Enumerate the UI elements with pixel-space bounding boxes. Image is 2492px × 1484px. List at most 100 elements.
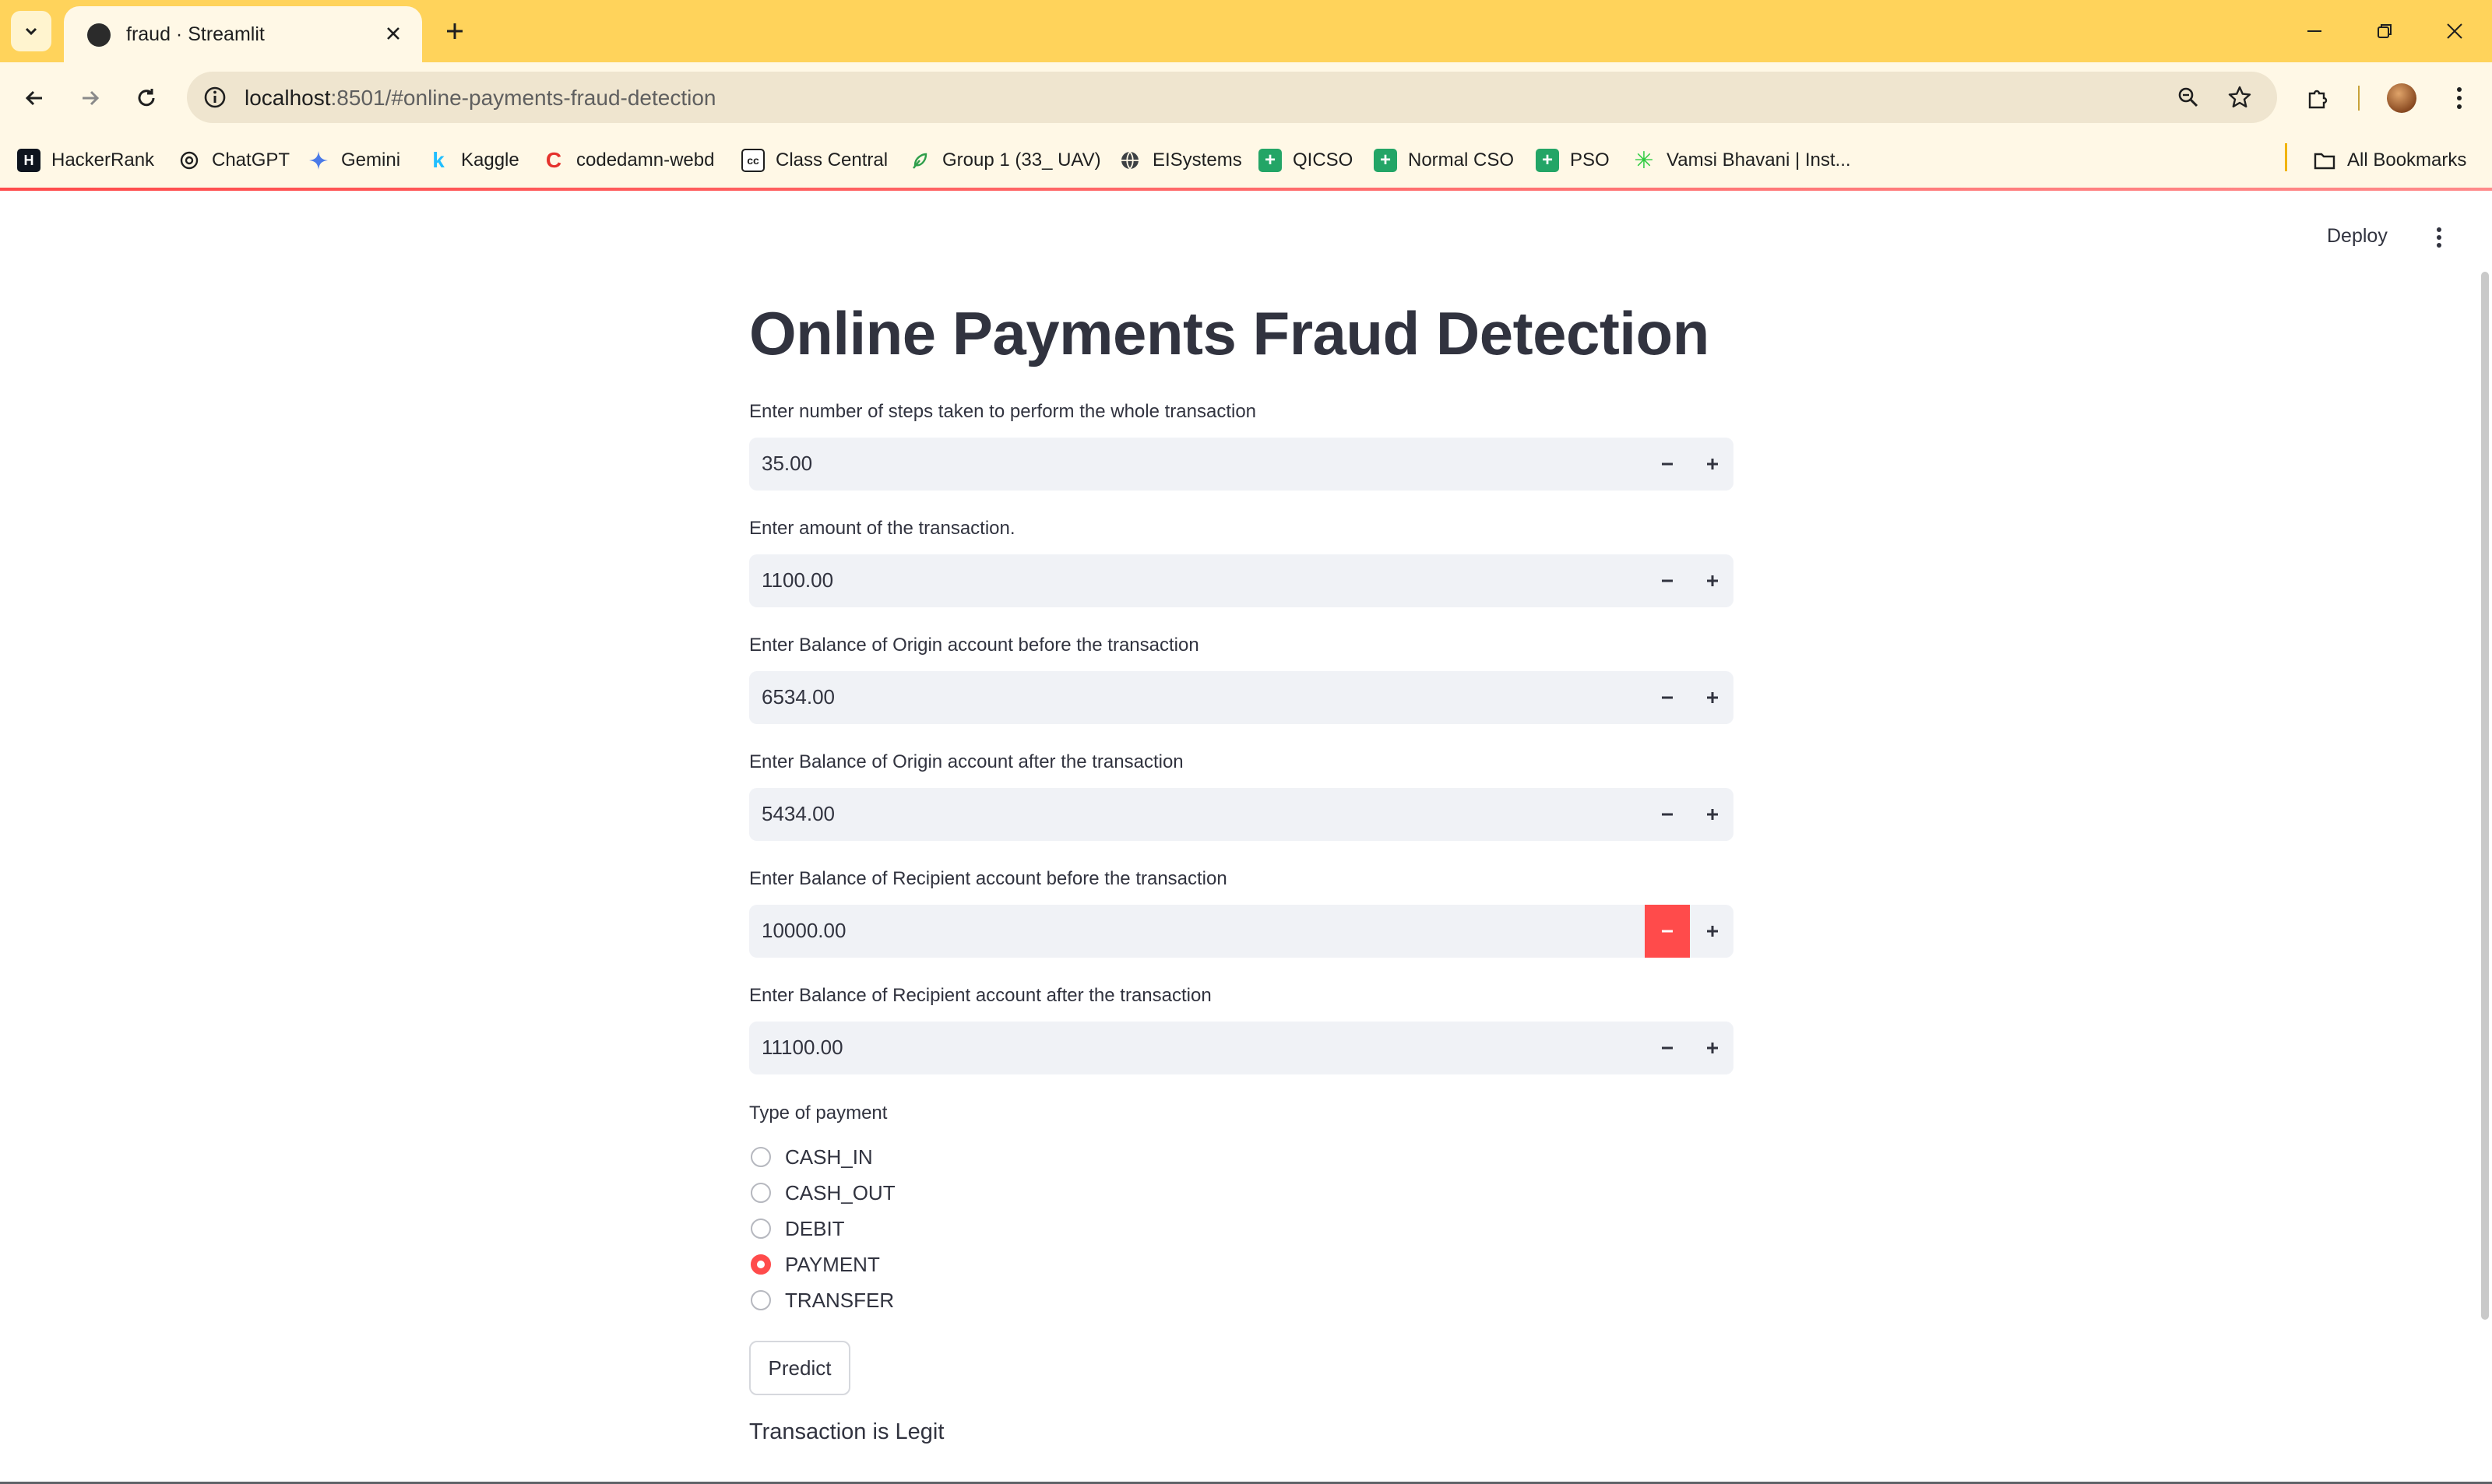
- radio-option-cash-in[interactable]: CASH_IN: [749, 1141, 873, 1173]
- bookmark-codedamn[interactable]: C codedamn-webd: [542, 145, 715, 176]
- bookmark-vamsi-bhavani[interactable]: ✳ Vamsi Bhavani | Inst...: [1632, 145, 1850, 176]
- recipient-after-increment-button[interactable]: [1690, 1022, 1733, 1074]
- radio-label: CASH_IN: [785, 1145, 873, 1169]
- origin-after-decrement-button[interactable]: [1645, 788, 1690, 841]
- globe-icon: [1118, 149, 1142, 172]
- bookmark-label: PSO: [1570, 149, 1610, 171]
- origin-before-increment-button[interactable]: [1690, 671, 1733, 724]
- payment-type-label: Type of payment: [749, 1102, 888, 1124]
- recipient-before-label: Enter Balance of Recipient account befor…: [749, 868, 1227, 889]
- radio-option-payment[interactable]: PAYMENT: [749, 1249, 880, 1280]
- plus-icon: [1707, 692, 1718, 703]
- radio-button-selected[interactable]: [751, 1254, 771, 1275]
- radio-button[interactable]: [751, 1183, 771, 1203]
- info-icon: [204, 86, 226, 108]
- bookmark-label: codedamn-webd: [576, 149, 715, 171]
- new-tab-button[interactable]: [438, 14, 472, 48]
- origin-before-value[interactable]: 6534.00: [762, 685, 835, 709]
- reload-button[interactable]: [128, 79, 165, 117]
- minimize-window-button[interactable]: [2290, 9, 2339, 53]
- bookmark-label: Group 1 (33_ UAV): [942, 149, 1101, 171]
- bookmark-hackerrank[interactable]: H HackerRank: [17, 145, 154, 176]
- amount-decrement-button[interactable]: [1645, 554, 1690, 607]
- tab-search-button[interactable]: [11, 11, 51, 51]
- close-window-button[interactable]: [2430, 9, 2480, 53]
- toolbar-divider: [2358, 86, 2360, 111]
- forward-button[interactable]: [72, 79, 109, 117]
- streamlit-favicon-icon: [87, 23, 111, 47]
- origin-before-label: Enter Balance of Origin account before t…: [749, 635, 1199, 656]
- recipient-before-value[interactable]: 10000.00: [762, 919, 846, 943]
- profile-button[interactable]: [2383, 79, 2420, 117]
- origin-after-increment-button[interactable]: [1690, 788, 1733, 841]
- recipient-before-number-input[interactable]: 10000.00: [749, 905, 1733, 958]
- classcentral-icon: cc: [741, 149, 765, 172]
- plus-icon: [1707, 809, 1718, 820]
- bookmark-eisystems[interactable]: EISystems: [1118, 145, 1242, 176]
- bookmarks-bar: H HackerRank ChatGPT Gemini k Kaggle C c…: [0, 132, 2492, 188]
- origin-before-number-input[interactable]: 6534.00: [749, 671, 1733, 724]
- recipient-after-decrement-button[interactable]: [1645, 1022, 1690, 1074]
- origin-after-number-input[interactable]: 5434.00: [749, 788, 1733, 841]
- deploy-button[interactable]: Deploy: [2327, 225, 2388, 248]
- tab-title: fraud · Streamlit: [126, 23, 265, 45]
- radio-option-debit[interactable]: DEBIT: [749, 1213, 845, 1244]
- all-bookmarks-button[interactable]: All Bookmarks: [2313, 145, 2466, 176]
- bookmark-label: Gemini: [341, 149, 401, 171]
- bookmark-gemini[interactable]: Gemini: [307, 145, 400, 176]
- restore-window-button[interactable]: [2360, 9, 2409, 53]
- more-vertical-icon: [2457, 87, 2462, 109]
- recipient-before-decrement-button[interactable]: [1645, 905, 1690, 958]
- arrow-right-icon: [83, 90, 100, 106]
- back-button[interactable]: [16, 79, 53, 117]
- radio-button[interactable]: [751, 1218, 771, 1239]
- recipient-after-value[interactable]: 11100.00: [762, 1036, 843, 1060]
- browser-toolbar: localhost:8501/#online-payments-fraud-de…: [0, 62, 2492, 132]
- bookmark-pso[interactable]: + PSO: [1536, 145, 1610, 176]
- steps-value[interactable]: 35.00: [762, 452, 812, 476]
- radio-button[interactable]: [751, 1147, 771, 1167]
- chevron-down-icon: [25, 27, 37, 36]
- bookmarks-divider: [2285, 143, 2287, 171]
- recipient-before-increment-button[interactable]: [1690, 905, 1733, 958]
- site-info-button[interactable]: [198, 80, 232, 114]
- address-bar[interactable]: localhost:8501/#online-payments-fraud-de…: [187, 72, 2277, 123]
- origin-before-decrement-button[interactable]: [1645, 671, 1690, 724]
- close-tab-button[interactable]: [380, 20, 407, 47]
- arrow-left-icon: [25, 90, 42, 106]
- bookmark-kaggle[interactable]: k Kaggle: [427, 145, 519, 176]
- origin-after-value[interactable]: 5434.00: [762, 802, 835, 826]
- tab-strip: fraud · Streamlit: [0, 0, 2492, 62]
- zoom-button[interactable]: [2171, 80, 2205, 114]
- url-path: :8501/#online-payments-fraud-detection: [330, 86, 716, 110]
- bookmark-class-central[interactable]: cc Class Central: [741, 145, 888, 176]
- page-scrollbar[interactable]: [2481, 272, 2489, 1320]
- plus-icon: [447, 23, 463, 39]
- steps-number-input[interactable]: 35.00: [749, 438, 1733, 491]
- minus-icon: [1662, 1046, 1673, 1050]
- minus-icon: [1662, 579, 1673, 582]
- predict-button[interactable]: Predict: [749, 1341, 850, 1395]
- app-menu-button[interactable]: [2425, 220, 2453, 255]
- amount-number-input[interactable]: 1100.00: [749, 554, 1733, 607]
- radio-option-cash-out[interactable]: CASH_OUT: [749, 1177, 896, 1208]
- bookmark-normal-cso[interactable]: + Normal CSO: [1374, 145, 1514, 176]
- bookmark-label: EISystems: [1153, 149, 1242, 171]
- radio-label: DEBIT: [785, 1216, 845, 1240]
- bookmark-chatgpt[interactable]: ChatGPT: [178, 145, 290, 176]
- browser-menu-button[interactable]: [2441, 79, 2478, 117]
- minus-icon: [1662, 696, 1673, 699]
- radio-option-transfer[interactable]: TRANSFER: [749, 1285, 894, 1316]
- browser-tab[interactable]: fraud · Streamlit: [64, 6, 422, 62]
- extensions-button[interactable]: [2299, 79, 2336, 117]
- recipient-after-label: Enter Balance of Recipient account after…: [749, 985, 1212, 1006]
- steps-increment-button[interactable]: [1690, 438, 1733, 491]
- amount-value[interactable]: 1100.00: [762, 568, 833, 593]
- bookmark-star-button[interactable]: [2223, 80, 2257, 114]
- amount-increment-button[interactable]: [1690, 554, 1733, 607]
- recipient-after-number-input[interactable]: 11100.00: [749, 1022, 1733, 1074]
- radio-button[interactable]: [751, 1290, 771, 1310]
- bookmark-qicso[interactable]: + QICSO: [1258, 145, 1353, 176]
- bookmark-group-1[interactable]: Group 1 (33_ UAV): [908, 145, 1101, 176]
- steps-decrement-button[interactable]: [1645, 438, 1690, 491]
